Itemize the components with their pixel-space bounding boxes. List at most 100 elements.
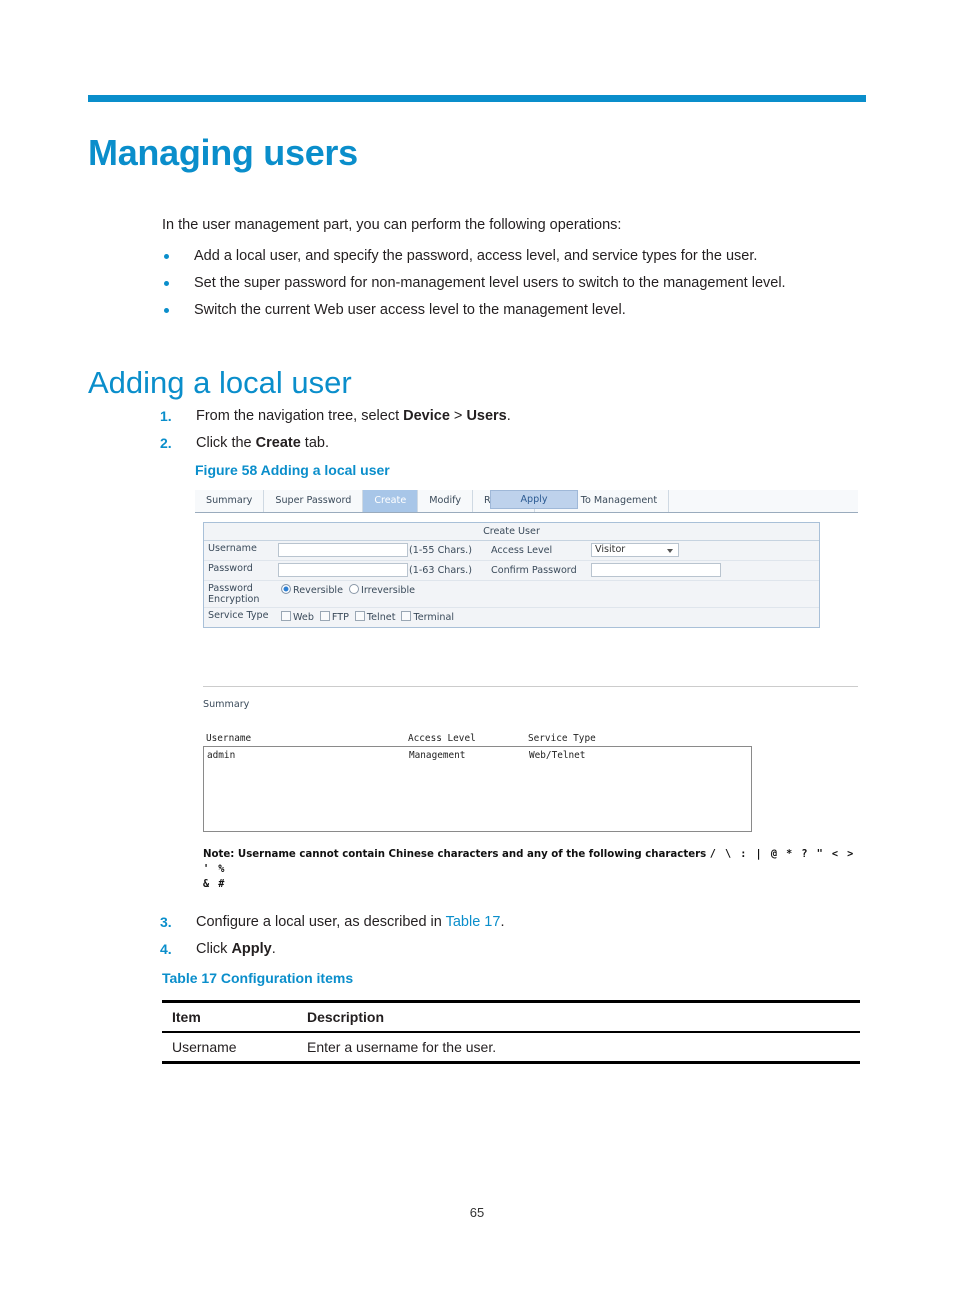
tab-super-password[interactable]: Super Password bbox=[264, 490, 364, 512]
apply-button[interactable]: Apply bbox=[490, 490, 578, 509]
username-input[interactable] bbox=[278, 543, 408, 557]
form-row-password-encryption: Password Encryption Reversible Irreversib… bbox=[204, 581, 819, 608]
checkbox-icon bbox=[354, 611, 365, 621]
confirm-password-label: Confirm Password bbox=[491, 565, 577, 576]
radio-reversible-label: Reversible bbox=[293, 585, 343, 596]
cell-item: Username bbox=[172, 1039, 237, 1055]
note-symbols-line2: & # bbox=[203, 878, 226, 890]
table-header-row: Username Access Level Service Type bbox=[203, 732, 752, 747]
column-header-description: Description bbox=[307, 1009, 385, 1025]
password-label: Password bbox=[208, 563, 253, 574]
step-number: 3. bbox=[160, 914, 172, 930]
bullet-icon bbox=[164, 281, 169, 286]
checkbox-web-label: Web bbox=[293, 612, 314, 623]
step-text: Configure a local user, as described in … bbox=[196, 914, 505, 930]
password-encryption-options: Reversible Irreversible bbox=[278, 581, 415, 607]
form-row-service-type: Service Type Web FTP Telnet Terminal bbox=[204, 608, 819, 627]
radio-irreversible-label: Irreversible bbox=[360, 585, 416, 596]
steps-list-upper: 1. From the navigation tree, select Devi… bbox=[158, 403, 878, 457]
step-bold-term: Create bbox=[255, 435, 301, 451]
column-header-item: Item bbox=[172, 1009, 201, 1025]
step-number: 2. bbox=[160, 435, 172, 451]
summary-heading: Summary bbox=[203, 699, 250, 710]
column-header-service-type: Service Type bbox=[528, 733, 596, 744]
access-level-label: Access Level bbox=[491, 545, 553, 556]
access-level-value: Visitor bbox=[595, 544, 626, 555]
tab-summary[interactable]: Summary bbox=[195, 490, 265, 512]
section-divider bbox=[203, 686, 858, 687]
page-number: 65 bbox=[469, 1205, 485, 1220]
checkbox-icon bbox=[281, 611, 291, 621]
list-item: Switch the current Web user access level… bbox=[162, 297, 862, 324]
configuration-items-table: Item Description Username Enter a userna… bbox=[162, 1000, 860, 1064]
step-bold-term: Users bbox=[466, 408, 507, 424]
intro-bullet-list: Add a local user, and specify the passwo… bbox=[162, 243, 862, 324]
bullet-icon bbox=[164, 254, 169, 259]
list-item: Set the super password for non-managemen… bbox=[162, 270, 862, 297]
checkbox-terminal-label: Terminal bbox=[413, 612, 455, 623]
access-level-select[interactable]: Visitor bbox=[591, 543, 679, 557]
figure-screenshot: Summary Super Password Create Modify Rem… bbox=[195, 490, 860, 890]
table-row[interactable]: admin Management Web/Telnet bbox=[204, 747, 751, 763]
table-header-row: Item Description bbox=[162, 1003, 860, 1031]
step-bold-term: Apply bbox=[231, 941, 272, 957]
step-item: 1. From the navigation tree, select Devi… bbox=[158, 403, 878, 430]
form-title: Create User bbox=[204, 523, 819, 541]
step-bold-term: Device bbox=[403, 408, 450, 424]
figure-caption: Figure 58 Adding a local user bbox=[195, 462, 390, 478]
checkbox-ftp[interactable]: FTP bbox=[319, 611, 349, 623]
tab-create[interactable]: Create bbox=[363, 490, 419, 512]
table-body: admin Management Web/Telnet bbox=[203, 747, 752, 832]
chevron-down-icon bbox=[667, 549, 673, 553]
column-header-username: Username bbox=[206, 733, 252, 744]
radio-off-icon bbox=[348, 584, 359, 594]
table-row: Username Enter a username for the user. bbox=[162, 1033, 860, 1061]
steps-list-lower: 3. Configure a local user, as described … bbox=[158, 909, 878, 963]
create-user-form: Create User Username (1-55 Chars.) Acces… bbox=[203, 522, 820, 628]
radio-on-icon bbox=[281, 584, 291, 594]
checkbox-web[interactable]: Web bbox=[281, 611, 314, 623]
page-title: Managing users bbox=[88, 132, 358, 174]
service-type-options: Web FTP Telnet Terminal bbox=[278, 608, 454, 627]
note-text: Note: Username cannot contain Chinese ch… bbox=[203, 849, 707, 860]
table-caption: Table 17 Configuration items bbox=[162, 970, 354, 986]
checkbox-terminal[interactable]: Terminal bbox=[401, 611, 455, 623]
password-encryption-label: Password Encryption bbox=[208, 583, 260, 605]
confirm-password-cell bbox=[591, 561, 819, 580]
summary-table: Username Access Level Service Type admin… bbox=[203, 732, 752, 832]
step-number: 1. bbox=[160, 408, 172, 424]
form-row-password: Password (1-63 Chars.) Confirm Password bbox=[204, 561, 819, 581]
step-text: Click Apply. bbox=[196, 941, 276, 957]
confirm-password-input[interactable] bbox=[591, 563, 721, 577]
step-item: 2. Click the Create tab. bbox=[158, 430, 878, 457]
form-row-username: Username (1-55 Chars.) Access Level Visi… bbox=[204, 541, 819, 561]
checkbox-telnet-label: Telnet bbox=[366, 612, 396, 623]
column-header-access-level: Access Level bbox=[408, 733, 476, 744]
intro-paragraph: In the user management part, you can per… bbox=[162, 217, 622, 233]
table-cross-reference-link[interactable]: Table 17 bbox=[446, 914, 501, 930]
bullet-icon bbox=[164, 308, 169, 313]
username-label: Username bbox=[208, 543, 257, 554]
section-title: Adding a local user bbox=[88, 364, 352, 400]
password-hint: (1-63 Chars.) bbox=[409, 565, 472, 576]
list-item-label: Set the super password for non-managemen… bbox=[194, 275, 786, 291]
username-hint: (1-55 Chars.) bbox=[409, 545, 472, 556]
title-rule bbox=[88, 95, 866, 102]
tab-modify[interactable]: Modify bbox=[418, 490, 474, 512]
cell-username: admin bbox=[207, 750, 236, 761]
list-item-label: Add a local user, and specify the passwo… bbox=[194, 248, 758, 264]
step-item: 4. Click Apply. bbox=[158, 936, 878, 963]
checkbox-icon bbox=[319, 611, 330, 621]
radio-irreversible[interactable]: Irreversible bbox=[348, 584, 416, 596]
radio-reversible[interactable]: Reversible bbox=[281, 584, 343, 596]
tab-bar-filler bbox=[669, 490, 858, 512]
document-page: Managing users In the user management pa… bbox=[0, 0, 954, 1296]
password-input[interactable] bbox=[278, 563, 408, 577]
step-number: 4. bbox=[160, 941, 172, 957]
step-text: From the navigation tree, select Device … bbox=[196, 408, 511, 424]
step-item: 3. Configure a local user, as described … bbox=[158, 909, 878, 936]
checkbox-telnet[interactable]: Telnet bbox=[354, 611, 396, 623]
cell-access-level: Management bbox=[409, 750, 466, 761]
figure-note: Note: Username cannot contain Chinese ch… bbox=[203, 848, 863, 892]
access-level-cell: Visitor bbox=[591, 541, 819, 560]
